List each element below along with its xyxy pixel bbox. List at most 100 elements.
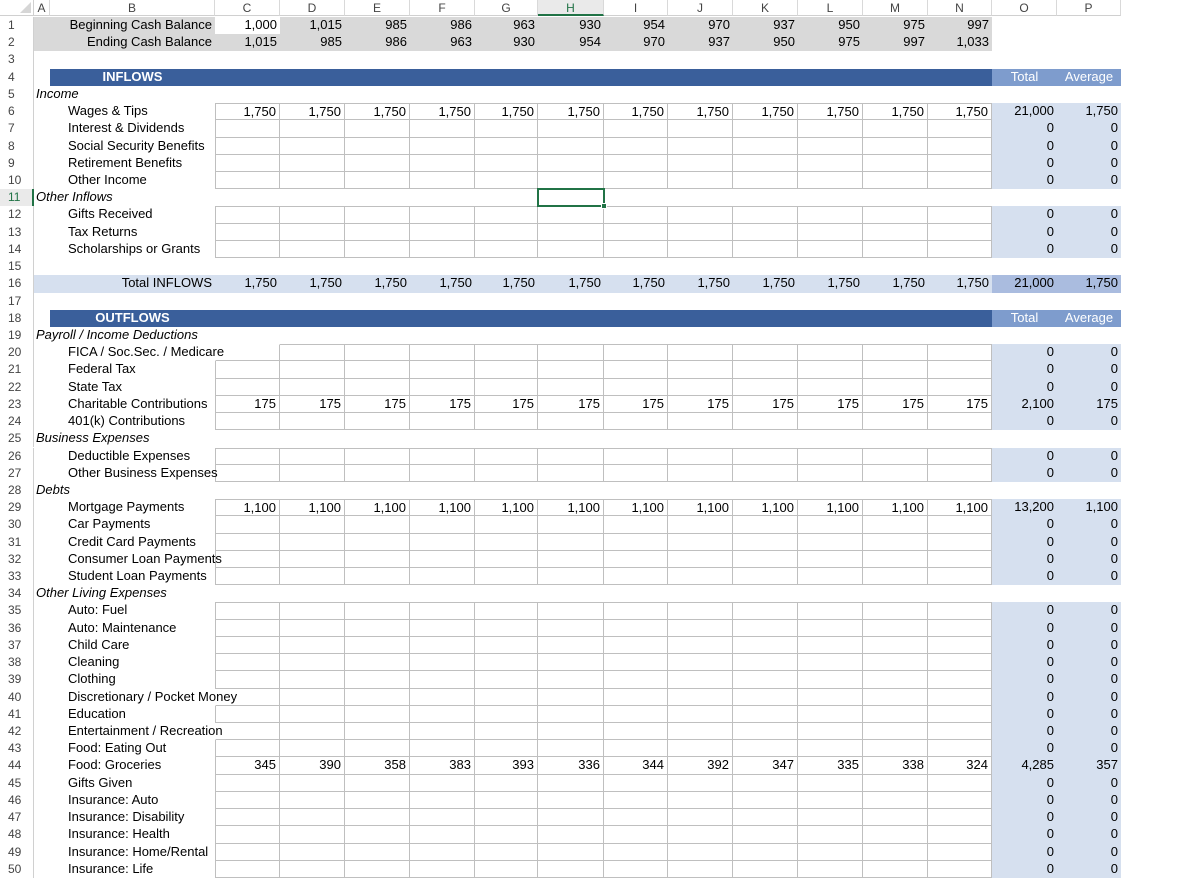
month-input-cell[interactable]: [215, 344, 280, 362]
month-input-cell[interactable]: [475, 568, 538, 586]
month-input-cell[interactable]: [604, 206, 668, 224]
month-input-cell[interactable]: 1,100: [604, 499, 668, 517]
month-input-cell[interactable]: 1,100: [668, 499, 733, 517]
month-input-cell[interactable]: [538, 533, 604, 551]
month-input-cell[interactable]: 175: [475, 395, 538, 414]
month-input-cell[interactable]: [345, 464, 410, 482]
month-input-cell[interactable]: [798, 120, 863, 138]
month-input-cell[interactable]: [604, 447, 668, 465]
row-header-2[interactable]: 2: [0, 34, 34, 52]
month-input-cell[interactable]: [280, 447, 345, 465]
month-input-cell[interactable]: [863, 671, 928, 689]
month-input-cell[interactable]: [345, 809, 410, 827]
month-input-cell[interactable]: [538, 516, 604, 534]
month-input-cell[interactable]: [668, 860, 733, 878]
month-input-cell[interactable]: [538, 619, 604, 637]
month-input-cell[interactable]: [863, 223, 928, 241]
month-input-cell[interactable]: [410, 120, 475, 138]
month-input-cell[interactable]: [733, 636, 798, 655]
month-input-cell[interactable]: [733, 843, 798, 861]
row-header-48[interactable]: 48: [0, 826, 34, 844]
month-input-cell[interactable]: [345, 568, 410, 586]
month-input-cell[interactable]: [604, 137, 668, 155]
month-input-cell[interactable]: [733, 344, 798, 362]
month-input-cell[interactable]: [410, 774, 475, 792]
month-input-cell[interactable]: [215, 516, 280, 534]
month-input-cell[interactable]: [345, 774, 410, 792]
month-input-cell[interactable]: [215, 206, 280, 224]
month-input-cell[interactable]: [475, 223, 538, 241]
month-input-cell[interactable]: [863, 619, 928, 637]
month-input-cell[interactable]: [280, 464, 345, 482]
month-input-cell[interactable]: [733, 826, 798, 844]
month-input-cell[interactable]: [345, 602, 410, 620]
month-input-cell[interactable]: [215, 860, 280, 878]
month-input-cell[interactable]: [863, 447, 928, 465]
month-input-cell[interactable]: [604, 223, 668, 241]
row-header-28[interactable]: 28: [0, 481, 34, 500]
month-input-cell[interactable]: [668, 723, 733, 741]
month-input-cell[interactable]: 1,100: [538, 499, 604, 517]
month-input-cell[interactable]: 1,750: [668, 103, 733, 121]
column-header-f[interactable]: F: [410, 0, 475, 16]
month-input-cell[interactable]: [733, 791, 798, 810]
month-input-cell[interactable]: [863, 774, 928, 792]
month-input-cell[interactable]: [215, 137, 280, 155]
month-input-cell[interactable]: [410, 843, 475, 861]
month-input-cell[interactable]: 1,750: [410, 103, 475, 121]
month-input-cell[interactable]: [863, 378, 928, 396]
month-input-cell[interactable]: [280, 843, 345, 861]
month-input-cell[interactable]: [280, 705, 345, 724]
month-input-cell[interactable]: 345: [215, 757, 280, 775]
month-input-cell[interactable]: [475, 723, 538, 741]
month-input-cell[interactable]: 175: [733, 395, 798, 414]
month-input-cell[interactable]: [668, 705, 733, 724]
month-input-cell[interactable]: [928, 619, 992, 637]
month-input-cell[interactable]: 335: [798, 757, 863, 775]
row-header-50[interactable]: 50: [0, 860, 34, 878]
month-input-cell[interactable]: [928, 723, 992, 741]
month-input-cell[interactable]: [538, 223, 604, 241]
month-input-cell[interactable]: [215, 740, 280, 758]
row-header-49[interactable]: 49: [0, 843, 34, 861]
month-input-cell[interactable]: [410, 464, 475, 482]
month-input-cell[interactable]: [475, 240, 538, 259]
month-input-cell[interactable]: [604, 171, 668, 190]
month-input-cell[interactable]: [798, 344, 863, 362]
column-header-e[interactable]: E: [345, 0, 410, 16]
month-input-cell[interactable]: [345, 654, 410, 672]
month-input-cell[interactable]: [668, 791, 733, 810]
row-header-43[interactable]: 43: [0, 740, 34, 758]
column-header-a[interactable]: A: [34, 0, 50, 16]
month-input-cell[interactable]: [475, 378, 538, 396]
month-input-cell[interactable]: [863, 860, 928, 878]
month-input-cell[interactable]: [604, 740, 668, 758]
spreadsheet-grid[interactable]: A B C D E F G H I J K L M N O P 1 2 3 4 5 6 7 8 9 10 11 12 13 14 15 16 1…: [0, 0, 1200, 881]
month-input-cell[interactable]: [604, 120, 668, 138]
month-input-cell[interactable]: [928, 240, 992, 259]
month-input-cell[interactable]: [928, 654, 992, 672]
month-input-cell[interactable]: 344: [604, 757, 668, 775]
month-input-cell[interactable]: [928, 447, 992, 465]
month-input-cell[interactable]: [215, 378, 280, 396]
month-input-cell[interactable]: [345, 344, 410, 362]
month-input-cell[interactable]: [345, 171, 410, 190]
month-input-cell[interactable]: [798, 671, 863, 689]
month-input-cell[interactable]: [604, 688, 668, 706]
month-input-cell[interactable]: [798, 774, 863, 792]
month-input-cell[interactable]: [798, 568, 863, 586]
month-input-cell[interactable]: [604, 516, 668, 534]
month-input-cell[interactable]: [538, 240, 604, 259]
ending-balance-value[interactable]: 950: [733, 34, 798, 51]
month-input-cell[interactable]: 383: [410, 757, 475, 775]
month-input-cell[interactable]: [538, 550, 604, 569]
month-input-cell[interactable]: [280, 120, 345, 138]
month-input-cell[interactable]: [345, 447, 410, 465]
month-input-cell[interactable]: [928, 171, 992, 190]
month-input-cell[interactable]: [410, 361, 475, 379]
month-input-cell[interactable]: [604, 413, 668, 431]
month-input-cell[interactable]: [538, 154, 604, 172]
row-header-17[interactable]: 17: [0, 292, 34, 310]
month-input-cell[interactable]: 1,750: [538, 103, 604, 121]
month-input-cell[interactable]: [668, 774, 733, 792]
